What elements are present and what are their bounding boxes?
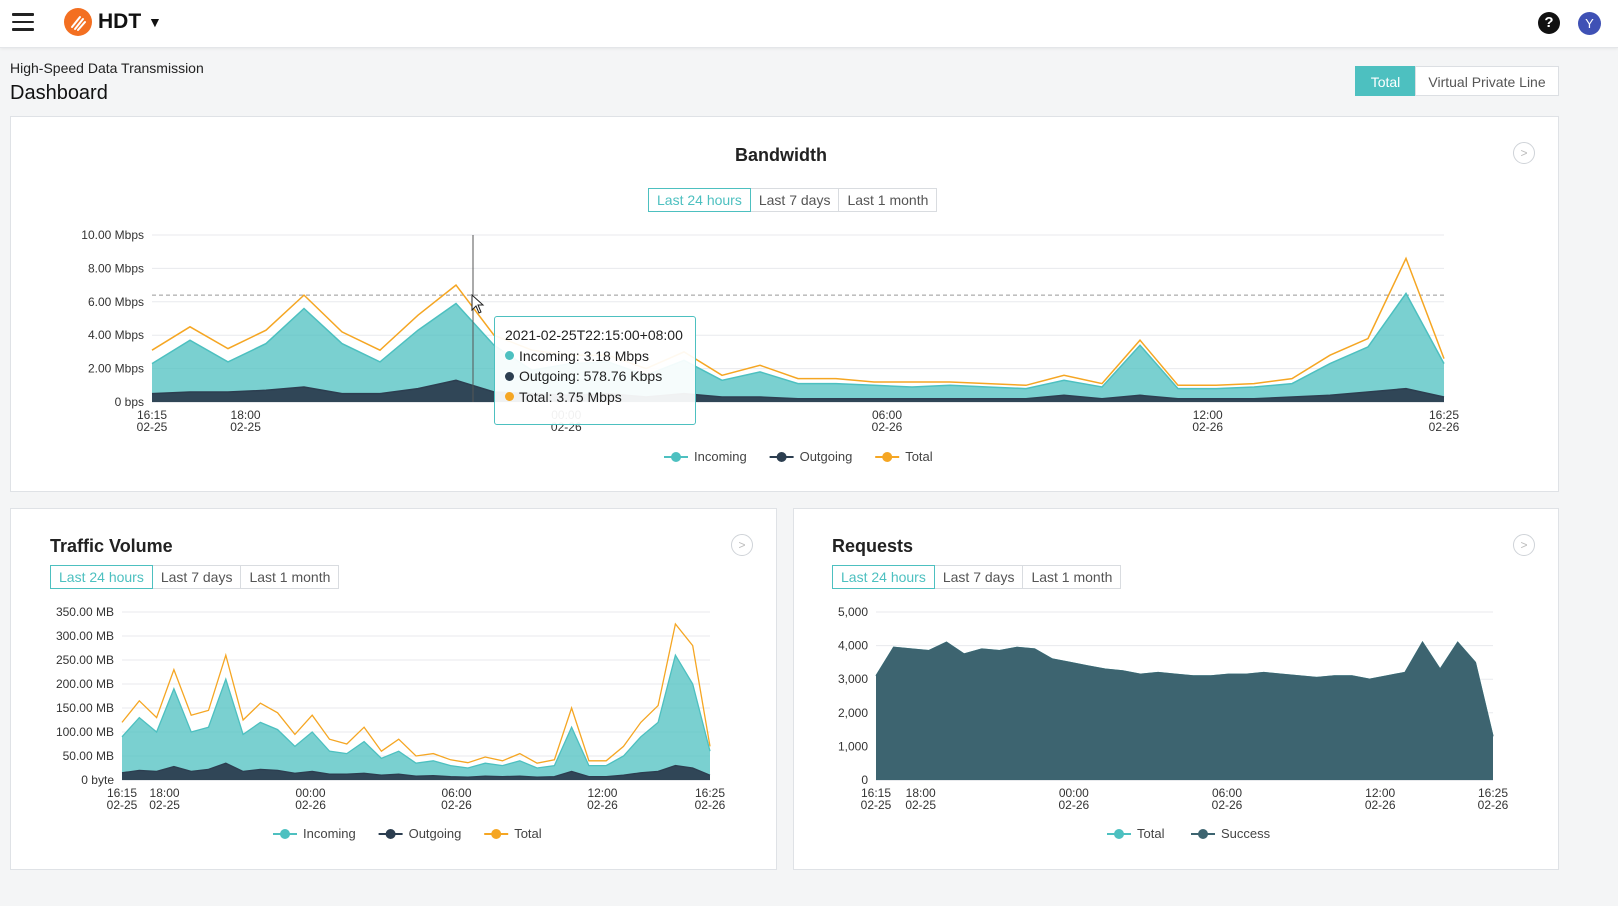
tooltip-total: Total: 3.75 Mbps <box>519 388 622 405</box>
y-tick-label: 2,000 <box>838 706 868 720</box>
y-tick-label: 6.00 Mbps <box>88 295 144 309</box>
legend-marker-incoming <box>671 452 681 462</box>
legend-label-incoming: Incoming <box>694 449 747 464</box>
x-tick-date: 02-26 <box>441 798 472 812</box>
legend-marker-outgoing <box>385 829 396 839</box>
y-tick-label: 250.00 MB <box>56 653 114 667</box>
y-tick-label: 200.00 MB <box>56 677 114 691</box>
chevron-down-icon[interactable]: ▼ <box>148 14 162 30</box>
tooltip-outgoing: Outgoing: 578.76 Kbps <box>519 368 663 384</box>
y-tick-label: 50.00 MB <box>63 749 114 763</box>
x-tick-date: 02-26 <box>295 798 326 812</box>
legend-label-total: Total <box>1137 826 1165 841</box>
traffic-range-24h[interactable]: Last 24 hours <box>50 565 153 589</box>
view-total-button[interactable]: Total <box>1355 66 1416 96</box>
y-tick-label: 3,000 <box>838 672 868 686</box>
x-tick-date: 02-25 <box>861 798 892 812</box>
series-area-incoming <box>122 655 710 780</box>
legend-label-total: Total <box>905 449 933 464</box>
y-tick-label: 150.00 MB <box>56 701 114 715</box>
legend-label-success: Success <box>1221 826 1271 841</box>
hdt-logo-icon[interactable] <box>64 8 92 36</box>
x-tick-date: 02-25 <box>137 420 168 434</box>
mouse-pointer-icon <box>471 294 485 314</box>
x-tick-date: 02-26 <box>1058 798 1089 812</box>
x-tick-date: 02-25 <box>149 798 180 812</box>
page-subtitle: High-Speed Data Transmission <box>10 60 204 76</box>
y-tick-label: 5,000 <box>838 605 868 619</box>
bandwidth-tooltip: 2021-02-25T22:15:00+08:00 Incoming: 3.18… <box>494 316 696 425</box>
y-tick-label: 8.00 Mbps <box>88 261 144 275</box>
legend-marker-total <box>1114 829 1124 839</box>
series-area-incoming <box>152 293 1444 402</box>
view-virtual-private-line-button[interactable]: Virtual Private Line <box>1415 66 1559 96</box>
bandwidth-range-24h[interactable]: Last 24 hours <box>648 188 751 212</box>
y-tick-label: 0 bps <box>115 395 144 409</box>
tooltip-time: 2021-02-25T22:15:00+08:00 <box>505 327 683 343</box>
app-name[interactable]: HDT <box>98 10 141 34</box>
x-tick-date: 02-26 <box>587 798 618 812</box>
y-tick-label: 4.00 Mbps <box>88 328 144 342</box>
help-icon[interactable]: ? <box>1538 12 1560 34</box>
y-tick-label: 4,000 <box>838 639 868 653</box>
x-tick-date: 02-26 <box>695 798 726 812</box>
y-tick-label: 2.00 Mbps <box>88 362 144 376</box>
tooltip-incoming: Incoming: 3.18 Mbps <box>519 347 649 364</box>
hamburger-menu-icon[interactable] <box>12 13 34 31</box>
y-tick-label: 0 byte <box>81 773 114 787</box>
outgoing-dot-icon <box>505 371 514 381</box>
legend-marker-total <box>882 452 893 462</box>
y-tick-label: 300.00 MB <box>56 629 114 643</box>
x-tick-date: 02-25 <box>230 420 261 434</box>
traffic-chart[interactable]: 0 byte 50.00 MB 100.00 MB 150.00 MB 200.00 M… <box>10 508 777 870</box>
legend-label-total: Total <box>514 826 542 841</box>
incoming-dot-icon <box>505 351 514 361</box>
y-tick-label: 1,000 <box>838 739 868 753</box>
legend-marker-success <box>1198 829 1208 839</box>
total-dot-icon <box>505 392 514 402</box>
bandwidth-chart[interactable]: 0 bps 2.00 Mbps 4.00 Mbps 6.00 Mbps 8.00 Mbp… <box>10 116 1559 492</box>
x-tick-date: 02-26 <box>1212 798 1243 812</box>
x-tick-date: 02-26 <box>1478 798 1509 812</box>
page-title: Dashboard <box>10 82 108 104</box>
requests-chart[interactable]: 01,0002,0003,0004,0005,00016:1502-2518:0… <box>793 508 1559 870</box>
top-bar: HDT ▼ ? Y <box>0 0 1618 48</box>
legend-label-outgoing: Outgoing <box>409 826 462 841</box>
y-tick-label: 100.00 MB <box>56 725 114 739</box>
x-tick-date: 02-25 <box>107 798 138 812</box>
x-tick-date: 02-26 <box>872 420 903 434</box>
legend-label-incoming: Incoming <box>303 826 356 841</box>
x-tick-date: 02-26 <box>1429 420 1460 434</box>
legend-label-outgoing: Outgoing <box>800 449 853 464</box>
x-tick-date: 02-26 <box>1365 798 1396 812</box>
y-tick-label: 350.00 MB <box>56 605 114 619</box>
x-tick-date: 02-26 <box>1192 420 1223 434</box>
y-tick-label: 10.00 Mbps <box>81 228 144 242</box>
user-avatar[interactable]: Y <box>1578 12 1601 35</box>
requests-range-24h[interactable]: Last 24 hours <box>832 565 935 589</box>
y-tick-label: 0 <box>861 773 868 787</box>
legend-marker-incoming <box>280 829 290 839</box>
series-area-success <box>876 642 1493 780</box>
legend-marker-outgoing <box>776 452 787 462</box>
x-tick-date: 02-25 <box>905 798 936 812</box>
legend-marker-total <box>491 829 502 839</box>
